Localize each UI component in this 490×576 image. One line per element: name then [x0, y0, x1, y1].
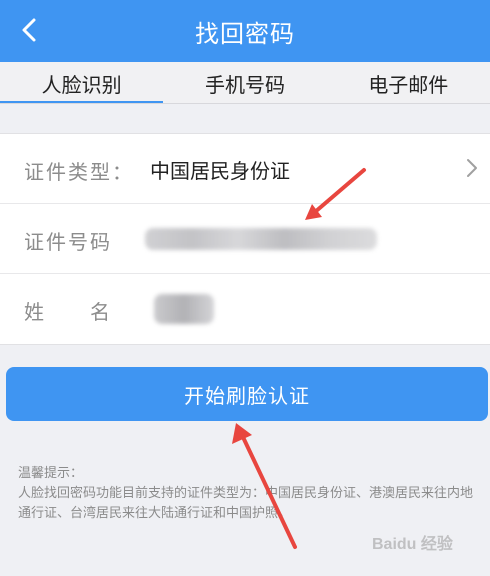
- identity-form: 证件类型： 中国居民身份证 证件号码 姓 名: [0, 133, 490, 345]
- tab-phone-number[interactable]: 手机号码: [163, 62, 326, 104]
- id-type-label: 证件类型：: [24, 160, 134, 184]
- chevron-right-icon: [462, 156, 482, 180]
- tab-face-recognition[interactable]: 人脸识别: [0, 62, 164, 104]
- id-number-field[interactable]: [145, 228, 377, 250]
- tab-bar: 人脸识别 手机号码 电子邮件: [0, 62, 490, 104]
- id-type-value: 中国居民身份证: [150, 159, 290, 183]
- tab-email[interactable]: 电子邮件: [327, 62, 490, 104]
- tips-text: 人脸找回密码功能目前支持的证件类型为：中国居民身份证、港澳居民来往内地通行证、台…: [18, 486, 474, 521]
- tips-title: 温馨提示：: [18, 466, 84, 481]
- id-number-row: 证件号码: [0, 204, 490, 274]
- start-face-verification-button[interactable]: 开始刷脸认证: [6, 367, 488, 421]
- baidu-watermark: Baidu 经验: [372, 536, 453, 553]
- page-title: 找回密码: [195, 20, 295, 48]
- title-bar: 找回密码: [0, 0, 490, 62]
- tab-divider: [0, 103, 490, 104]
- name-field[interactable]: [154, 294, 214, 324]
- name-row: 姓 名: [0, 274, 490, 344]
- id-type-row[interactable]: 证件类型： 中国居民身份证: [0, 134, 490, 204]
- name-label: 姓 名: [24, 300, 112, 324]
- tips-section: 温馨提示： 人脸找回密码功能目前支持的证件类型为：中国居民身份证、港澳居民来往内…: [18, 464, 478, 524]
- id-number-label: 证件号码: [24, 230, 112, 254]
